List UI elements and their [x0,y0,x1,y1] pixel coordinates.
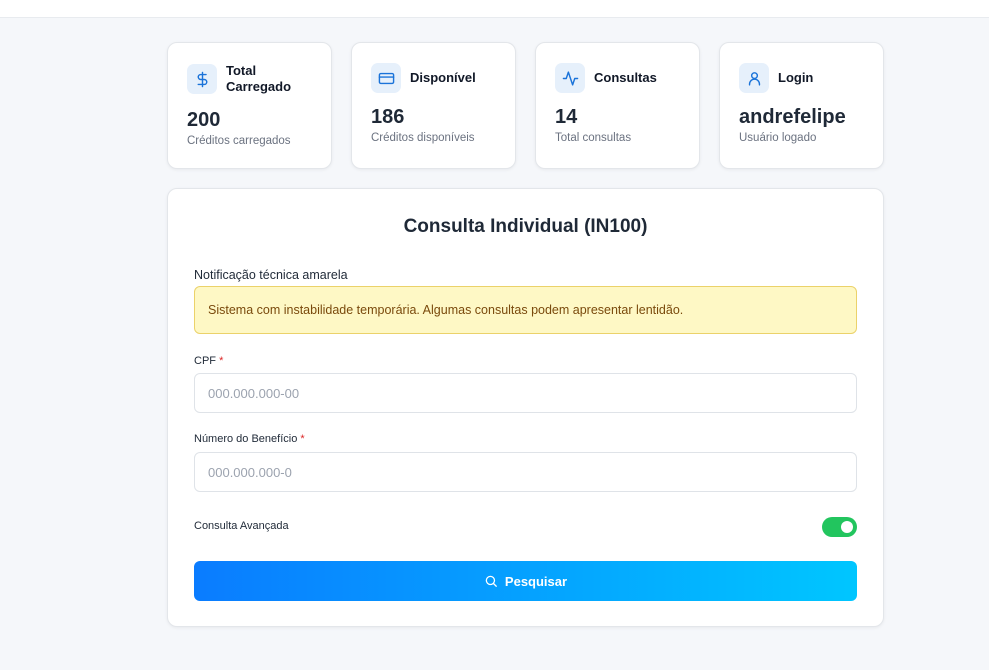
stat-card-disponivel: Disponível 186 Créditos disponíveis [351,42,516,169]
stat-card-total-carregado: Total Carregado 200 Créditos carregados [167,42,332,169]
credit-card-icon [371,63,401,93]
notification-label: Notificação técnica amarela [194,268,348,282]
toggle-knob [841,521,853,533]
cpf-label-text: CPF [194,355,216,367]
stat-value: 200 [187,109,221,131]
warning-notification-text: Sistema com instabilidade temporária. Al… [208,303,684,317]
required-mark: * [300,433,305,445]
stat-subtitle: Créditos carregados [187,135,291,147]
stat-subtitle: Total consultas [555,132,632,144]
cpf-label: CPF * [194,355,223,367]
user-icon [739,63,769,93]
consulta-form-card: Consulta Individual (IN100) Notificação … [167,188,884,627]
stat-card-login: Login andrefelipe Usuário logado [719,42,884,169]
stat-subtitle: Usuário logado [739,132,817,144]
cpf-input[interactable] [194,373,857,413]
required-mark: * [219,355,224,367]
beneficio-label: Número do Benefício * [194,433,305,445]
stat-value: andrefelipe [739,106,846,128]
stat-value: 14 [555,106,578,128]
stat-title: Disponível [410,70,476,85]
beneficio-label-text: Número do Benefício [194,433,298,445]
advanced-search-label: Consulta Avançada [194,520,289,532]
top-bar [0,0,989,18]
warning-notification: Sistema com instabilidade temporária. Al… [194,286,857,334]
stat-title: Total Carregado [226,63,292,94]
form-title: Consulta Individual (IN100) [403,216,648,237]
stat-subtitle: Créditos disponíveis [371,132,475,144]
dollar-icon [187,64,217,94]
search-icon [485,575,497,587]
stat-card-consultas: Consultas 14 Total consultas [535,42,700,169]
stat-title: Login [778,70,814,85]
advanced-search-toggle[interactable] [822,517,857,537]
stat-title: Consultas [594,70,657,85]
activity-icon [555,63,585,93]
beneficio-input[interactable] [194,452,857,492]
search-button[interactable]: Pesquisar [194,561,857,601]
stat-value: 186 [371,106,405,128]
search-button-label: Pesquisar [504,573,568,589]
